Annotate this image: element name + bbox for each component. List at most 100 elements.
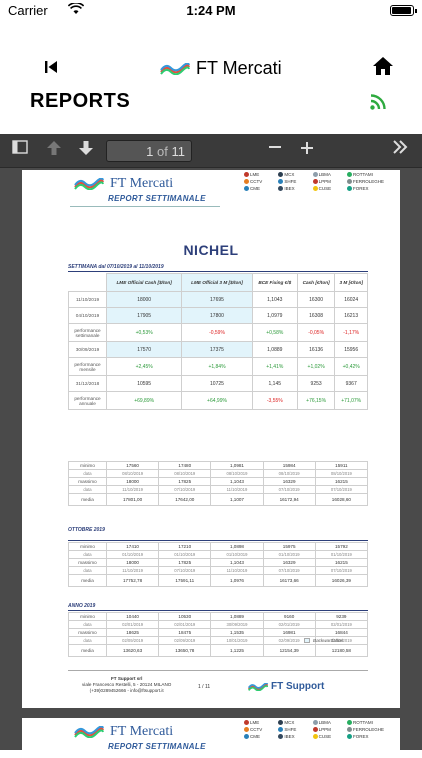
market-icon xyxy=(346,179,352,184)
row-label: data xyxy=(68,550,107,559)
table-cell: 1,0889 xyxy=(251,341,298,358)
stat-row-max: massimo 18625 18475 1,1535 16981 16844 xyxy=(68,628,369,637)
table-row: performance annuale +69,89% +64,99% -3,55% +… xyxy=(68,391,368,410)
table-cell: +0,53% xyxy=(105,323,183,342)
stat-row-max: massimo 18000 17825 1,1043 16329 16215 xyxy=(68,477,369,486)
market-icon xyxy=(346,172,352,177)
page-total: 11 xyxy=(171,144,186,159)
row-label: performance settimanale xyxy=(68,323,107,342)
table-cell: 17570 xyxy=(105,341,183,358)
table-cell: 02/09/2019 xyxy=(158,636,212,645)
table-cell: 12180,58 xyxy=(314,644,369,657)
market-item: FERROLEGHE xyxy=(346,727,384,732)
table-cell: 1,0981 xyxy=(210,461,264,470)
page-number-field[interactable]: 1 of 11 xyxy=(106,140,192,162)
pdf-viewer[interactable]: 1 of 11 FT Mercati REPORT SETTIMANALE LM… xyxy=(0,134,422,758)
section-divider xyxy=(68,540,368,541)
more-tools-button[interactable] xyxy=(392,140,408,159)
market-item: ROTTAMI xyxy=(346,172,384,177)
table-cell: 16026,39 xyxy=(314,574,369,587)
table-row: 31/12/2018 10595 10725 1,145 9253 9367 xyxy=(68,375,368,392)
stat-row-max-date: data 11/10/2019 07/10/2019 11/10/2019 07/10/… xyxy=(68,485,369,494)
rss-icon xyxy=(370,94,386,110)
table-cell: 02/01/2019 xyxy=(314,620,369,629)
market-icon xyxy=(346,727,352,732)
footer-page-number: 1 / 11 xyxy=(198,684,211,690)
next-page-button[interactable] xyxy=(78,140,94,161)
table-cell: 17642,00 xyxy=(158,493,212,506)
report-header: FT Mercati REPORT SETTIMANALE LME MCX LB… xyxy=(22,170,400,228)
table-row: 04/10/2019 17905 17800 1,0979 16308 16213 xyxy=(68,307,368,324)
market-icon xyxy=(278,720,284,725)
market-icon xyxy=(278,727,284,732)
report-brand: FT Mercati xyxy=(110,724,174,739)
table-cell: 15975 xyxy=(262,542,316,551)
table-cell: -0,59% xyxy=(181,323,253,342)
market-icon xyxy=(312,734,318,739)
report-brand: FT Mercati xyxy=(110,176,174,191)
table-cell: 17800 xyxy=(181,307,253,324)
table-header-row: LME Official Cash [$/ton] LME Official 3… xyxy=(69,273,368,292)
market-item: LME xyxy=(244,172,274,177)
year-stats-table: minimo 10440 10530 1,0889 9160 9239 data 02/01/… xyxy=(68,612,369,657)
market-item: CME xyxy=(244,734,274,739)
minus-icon xyxy=(269,146,281,148)
header-divider xyxy=(70,206,220,207)
table-row: performance mensile +2,45% +1,84% +1,41% +1,… xyxy=(68,357,368,376)
table-cell: 01/10/2019 xyxy=(314,550,369,559)
row-label: performance annuale xyxy=(68,391,107,410)
market-item: LBMA xyxy=(312,172,343,177)
table-row: 11/10/2019 18000 17695 1,1043 16300 16024 xyxy=(68,291,368,308)
table-cell: 01/10/2019 xyxy=(105,550,160,559)
table-cell: 10595 xyxy=(105,375,183,392)
table-cell: 13650,78 xyxy=(158,644,212,657)
app-brand: FT Mercati xyxy=(160,58,282,79)
table-cell: 17375 xyxy=(181,341,253,358)
market-icon xyxy=(346,734,352,739)
table-cell: 16213 xyxy=(334,307,368,324)
rss-button[interactable] xyxy=(370,94,386,115)
sidebar-toggle-button[interactable] xyxy=(12,140,28,159)
footer-divider xyxy=(68,670,368,671)
market-icon xyxy=(312,727,318,732)
table-cell: 10725 xyxy=(181,375,253,392)
row-label: minimo xyxy=(68,461,107,470)
report-logo: FT Mercati xyxy=(72,724,173,740)
table-cell: 1,1007 xyxy=(210,493,264,506)
market-item: CUSE xyxy=(312,186,343,191)
section-divider xyxy=(68,610,368,611)
zoom-out-button[interactable] xyxy=(268,138,282,161)
table-cell: +69,89% xyxy=(105,391,183,410)
skip-back-button[interactable] xyxy=(44,58,58,79)
stat-row-media: media 17801,00 17642,00 1,1007 16172,94 16028… xyxy=(68,493,369,506)
table-cell: 1,1043 xyxy=(210,477,264,486)
table-cell: 15984 xyxy=(262,461,316,470)
table-cell: 11/10/2019 xyxy=(210,566,264,575)
zoom-in-button[interactable] xyxy=(300,140,314,161)
stat-row-min-date: data 02/01/2019 02/01/2019 30/09/2019 02/01/… xyxy=(68,620,369,629)
metal-title: NICHEL xyxy=(183,242,239,258)
table-cell: 17752,78 xyxy=(105,574,160,587)
arrow-down-icon xyxy=(79,141,93,155)
page-current: 1 xyxy=(146,144,154,159)
table-cell: +1,41% xyxy=(251,357,298,376)
clock: 1:24 PM xyxy=(186,3,236,18)
market-item: MCX xyxy=(278,172,308,177)
table-cell: 9253 xyxy=(296,375,336,392)
column-header: BCE Fixing €/$ xyxy=(251,273,298,292)
home-button[interactable] xyxy=(372,56,394,81)
table-cell: +0,58% xyxy=(251,323,298,342)
stat-row-max: massimo 18000 17825 1,1043 16329 16215 xyxy=(68,558,369,567)
table-cell: 16308 xyxy=(296,307,336,324)
table-cell: 18000 xyxy=(105,477,160,486)
column-header: LME Official 3 M [$/ton] xyxy=(181,273,253,292)
table-cell: 17591,11 xyxy=(158,574,212,587)
row-label: massimo xyxy=(68,558,107,567)
market-list: LME MCX LBMA ROTTAMI CCTV SHFE LPPM FERR… xyxy=(244,172,384,191)
status-bar: Carrier 1:24 PM xyxy=(0,0,422,22)
table-cell: 1,1535 xyxy=(210,628,264,637)
table-cell: 02/01/2019 xyxy=(262,620,316,629)
table-cell: 16981 xyxy=(262,628,316,637)
sidebar-icon xyxy=(12,140,28,154)
previous-page-button[interactable] xyxy=(46,140,62,161)
